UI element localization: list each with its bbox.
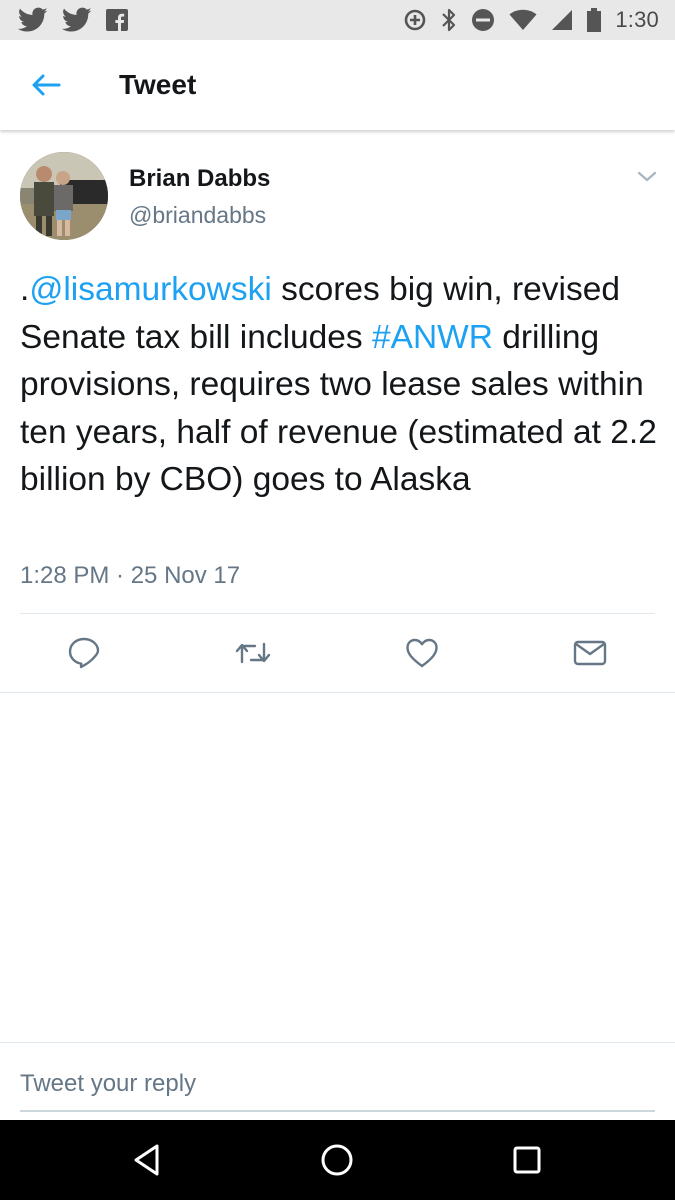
wifi-icon (509, 9, 537, 31)
like-icon (406, 638, 438, 668)
author-name[interactable]: Brian Dabbs (129, 165, 270, 193)
divider (0, 692, 675, 693)
status-bar: 1:30 (0, 0, 675, 40)
hashtag-link[interactable]: #ANWR (372, 319, 493, 356)
page-title: Tweet (119, 69, 197, 100)
tweet-actions (0, 615, 675, 691)
do-not-disturb-icon (472, 9, 495, 31)
facebook-notification-icon (106, 9, 128, 31)
direct-message-icon (573, 640, 607, 666)
bluetooth-icon (442, 8, 456, 32)
back-triangle-icon (134, 1144, 159, 1176)
tweet-timestamp: 1:28 PM · 25 Nov 17 (20, 562, 241, 589)
app-header: Tweet (0, 40, 675, 130)
recents-square-icon (513, 1146, 541, 1174)
nav-back-button[interactable] (127, 1140, 167, 1180)
chevron-down-icon (637, 171, 657, 182)
arrow-left-icon (32, 74, 61, 96)
avatar-photo (20, 152, 108, 240)
reply-underline (20, 1110, 655, 1112)
twitter-notification-icon (18, 7, 48, 32)
tweet-options-button[interactable] (634, 166, 660, 186)
tweet-text-segment: . (20, 271, 30, 308)
home-circle-icon (321, 1144, 353, 1176)
back-button[interactable] (21, 60, 71, 110)
nav-recents-button[interactable] (507, 1140, 547, 1180)
retweet-button[interactable] (233, 633, 273, 673)
notification-icons (18, 7, 142, 33)
system-nav-bar (0, 1120, 675, 1200)
avatar[interactable] (20, 152, 108, 240)
reply-input[interactable] (20, 1062, 655, 1106)
status-time: 1:30 (615, 7, 659, 32)
like-button[interactable] (402, 633, 442, 673)
system-icons: 1:30 (389, 7, 659, 33)
cell-signal-icon (552, 10, 573, 30)
battery-icon (587, 8, 602, 32)
reply-button[interactable] (64, 633, 104, 673)
divider (0, 1042, 675, 1043)
mention-link[interactable]: @lisamurkowski (29, 271, 271, 308)
divider (20, 613, 655, 614)
tweet-text: .@lisamurkowski scores big win, revised … (20, 266, 660, 504)
twitter-notification-icon (62, 7, 92, 32)
direct-message-button[interactable] (570, 633, 610, 673)
retweet-icon (235, 642, 271, 664)
author-handle[interactable]: @briandabbs (129, 202, 266, 229)
nav-home-button[interactable] (317, 1140, 357, 1180)
reply-icon (68, 637, 100, 669)
data-saver-icon (405, 9, 426, 31)
